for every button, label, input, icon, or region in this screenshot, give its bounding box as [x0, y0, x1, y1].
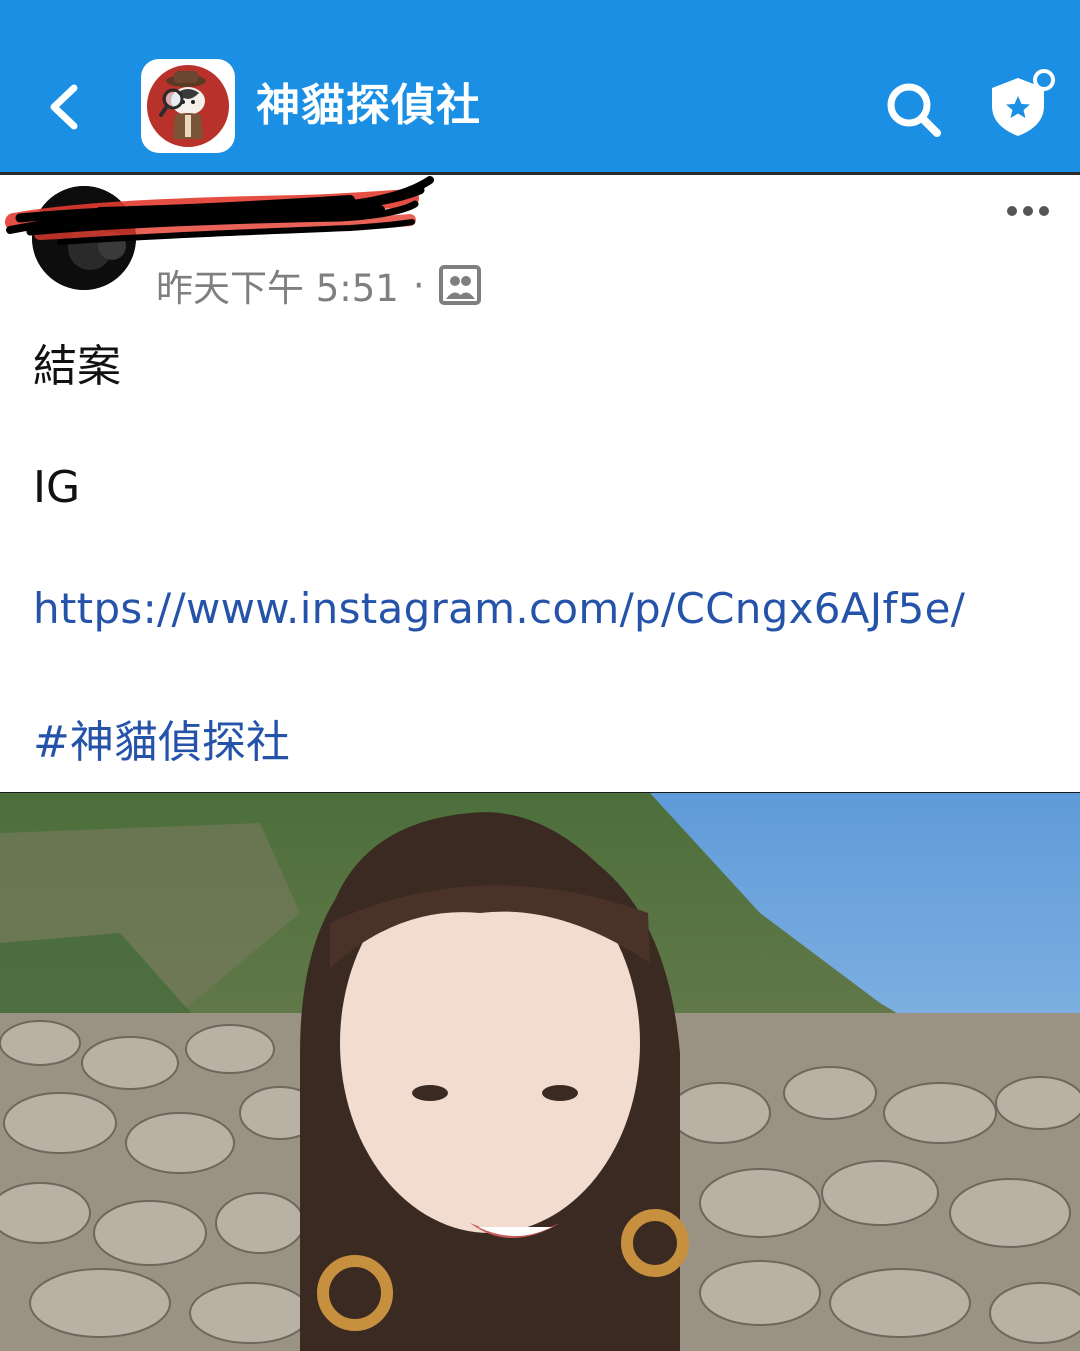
- more-icon: [1007, 206, 1049, 216]
- search-button[interactable]: [882, 78, 946, 142]
- redacted-author-name: [5, 176, 434, 245]
- post-text-line: 結案: [33, 341, 121, 392]
- search-icon: [887, 83, 941, 137]
- top-app-bar: 神貓探偵社: [0, 0, 1080, 172]
- members-icon[interactable]: [438, 264, 481, 306]
- detective-cat-logo: [147, 65, 229, 147]
- post-hashtag[interactable]: #神貓偵探社: [33, 706, 290, 770]
- group-title[interactable]: 神貓探偵社: [256, 76, 481, 136]
- post-text-line: IG: [33, 462, 81, 513]
- post-more-button[interactable]: [1000, 196, 1056, 226]
- chevron-left-icon: [50, 84, 78, 130]
- back-button[interactable]: [36, 72, 96, 142]
- post-link[interactable]: https://www.instagram.com/p/CCngx6AJf5e/: [33, 584, 965, 633]
- admin-tools-button[interactable]: [982, 66, 1062, 146]
- group-avatar[interactable]: [141, 59, 235, 153]
- photo-image: [0, 793, 1080, 1351]
- post-timestamp[interactable]: 昨天下午 5:51: [156, 258, 399, 312]
- post-meta: 昨天下午 5:51 ·: [156, 262, 481, 310]
- shield-star-icon: [992, 69, 1055, 136]
- post-photo[interactable]: [0, 793, 1080, 1351]
- meta-separator: ·: [412, 263, 425, 307]
